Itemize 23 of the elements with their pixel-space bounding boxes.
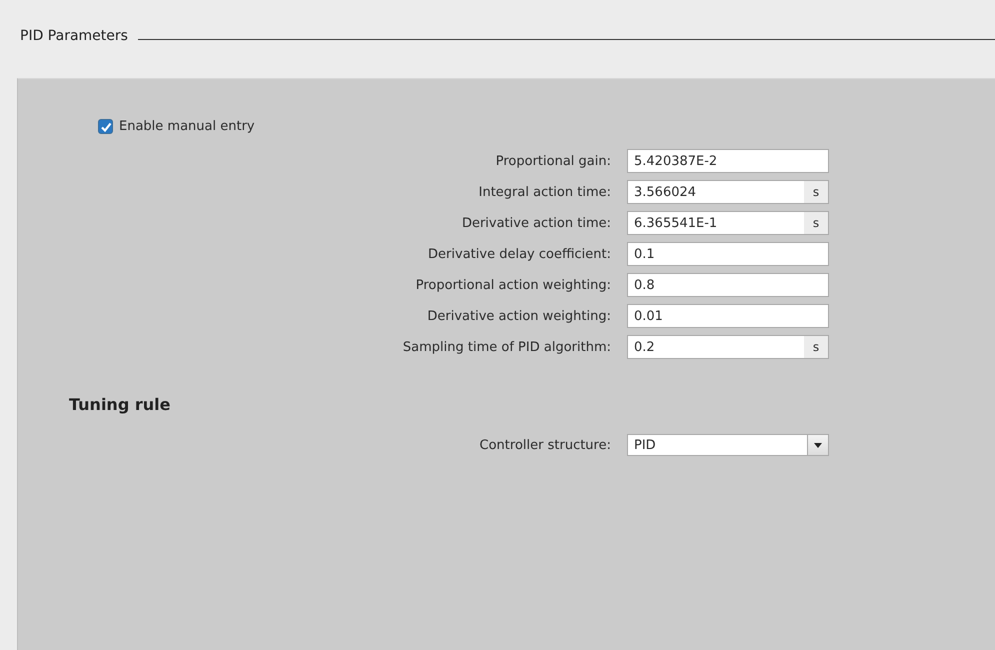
unit-label: s: [804, 336, 828, 358]
input-field[interactable]: 0.2 s: [627, 335, 829, 359]
checkbox-label: Enable manual entry: [119, 119, 255, 134]
field-label: Sampling time of PID algorithm:: [402, 340, 612, 354]
field-label: Derivative action weighting:: [426, 308, 612, 324]
dropdown[interactable]: PID: [627, 434, 829, 456]
input-field[interactable]: 5.420387E-2: [627, 149, 829, 173]
unit-label: s: [804, 212, 828, 234]
section-title: PID Parameters: [20, 28, 128, 44]
input-field[interactable]: 0.1: [627, 242, 829, 266]
field-label: Derivative delay coefficient:: [427, 246, 612, 262]
checkbox[interactable]: [98, 119, 113, 134]
input-field[interactable]: 0.8: [627, 273, 829, 297]
unit-label: s: [804, 181, 828, 203]
subsection-title: Tuning rule: [69, 395, 172, 414]
field-label: Proportional gain:: [494, 154, 612, 168]
input-field[interactable]: 6.365541E-1 s: [627, 211, 829, 235]
field-label: Proportional action weighting:: [414, 278, 612, 292]
input-field[interactable]: 0.01: [627, 304, 829, 328]
input-field[interactable]: 3.566024 s: [627, 180, 829, 204]
field-label: Integral action time:: [478, 184, 612, 200]
field-label: Derivative action time:: [460, 216, 612, 230]
field-label: Controller structure:: [478, 438, 612, 452]
